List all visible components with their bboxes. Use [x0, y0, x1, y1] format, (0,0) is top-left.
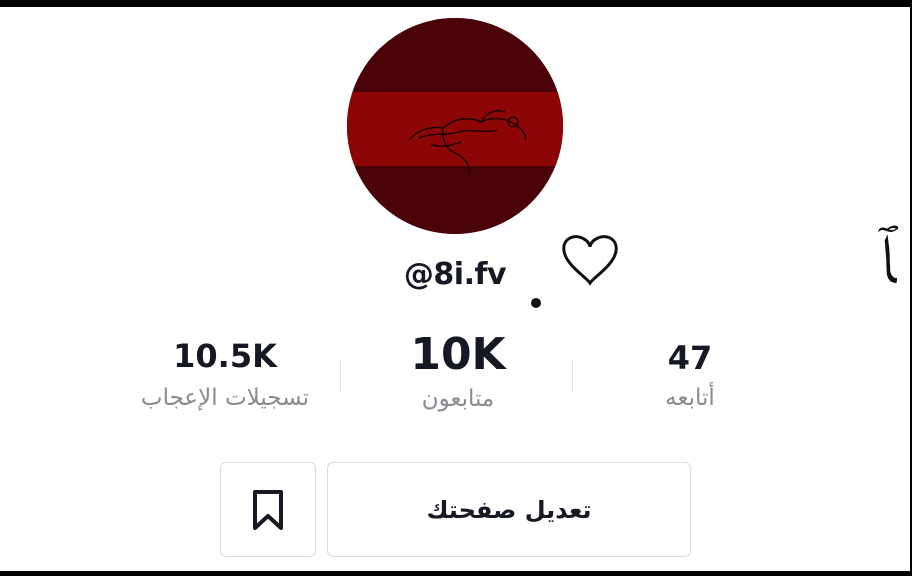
following-label: أتابعه [665, 385, 715, 411]
edit-profile-label: تعديل صفحتك [426, 495, 592, 524]
bookmark-icon [253, 489, 283, 530]
display-name: حلمي ﭑ [526, 218, 910, 315]
following-stat[interactable]: 47 أتابعه [630, 339, 750, 411]
avatar[interactable] [347, 18, 563, 234]
followers-label: متابعون [421, 386, 495, 412]
dot-icon [531, 298, 541, 308]
username: @8i.fv [403, 257, 507, 292]
edit-profile-button[interactable]: تعديل صفحتك [327, 462, 691, 557]
stat-divider [340, 359, 341, 393]
stat-divider [572, 359, 573, 393]
likes-label: تسجيلات الإعجاب [140, 385, 310, 411]
profile-screen: @8i.fv حلمي ﭑ 10.5K تسجيلات الإعجاب 10K … [0, 7, 910, 571]
followers-count: 10K [410, 329, 506, 380]
likes-stat[interactable]: 10.5K تسجيلات الإعجاب [120, 337, 330, 411]
avatar-image [347, 18, 563, 234]
bookmark-button[interactable] [220, 462, 316, 557]
heart-icon [562, 235, 618, 286]
display-name-text: حلمي ﭑ [878, 218, 910, 305]
likes-count: 10.5K [173, 337, 277, 375]
following-count: 47 [667, 339, 713, 377]
followers-stat[interactable]: 10K متابعون [383, 329, 533, 412]
